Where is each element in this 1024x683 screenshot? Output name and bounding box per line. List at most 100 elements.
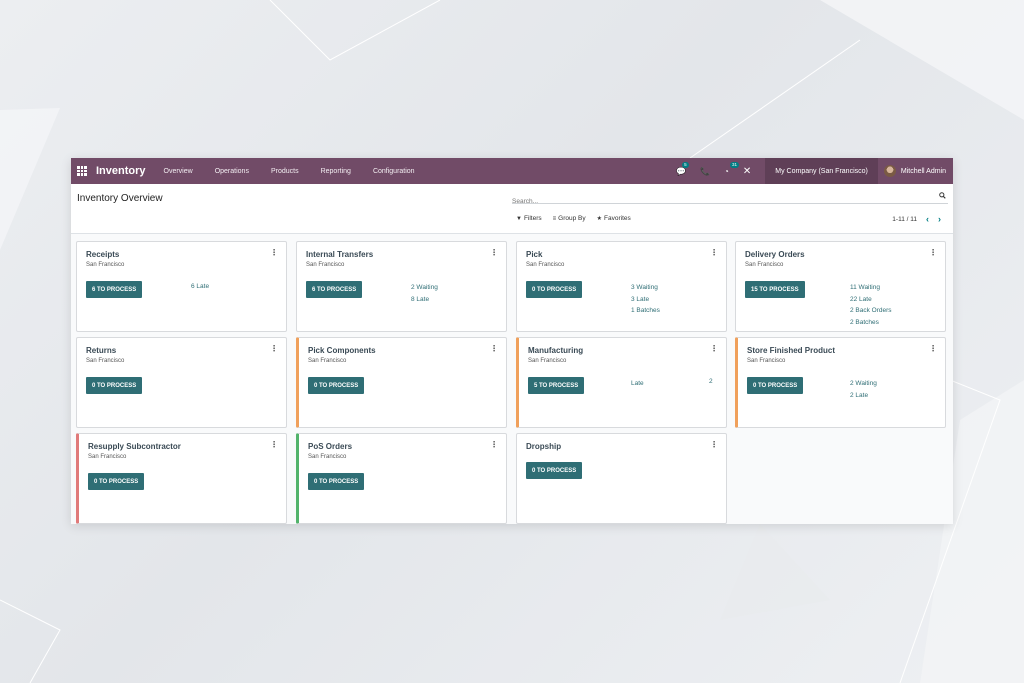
menu-reporting[interactable]: Reporting [321,168,351,175]
card-returns[interactable]: Returns San Francisco ⋮ 0 TO PROCESS [76,337,287,428]
kebab-menu-icon[interactable]: ⋮ [710,440,718,449]
card-subtitle: San Francisco [528,358,567,364]
to-process-button[interactable]: 6 TO PROCESS [86,281,143,298]
app-window: Inventory Overview Operations Products R… [71,158,953,524]
kebab-menu-icon[interactable]: ⋮ [270,248,278,257]
chevron-right-icon[interactable]: › [938,214,941,224]
stat-link[interactable]: 11 Waiting [850,282,892,294]
search-bar [512,190,948,208]
card-subtitle: San Francisco [306,262,345,268]
card-subtitle: San Francisco [747,358,786,364]
stat-link[interactable]: Late [631,378,644,390]
to-process-button[interactable]: 5 TO PROCESS [528,377,585,394]
stat-link[interactable]: 22 Late [850,294,892,306]
card-title[interactable]: Resupply Subcontractor [88,442,181,451]
card-manufacturing[interactable]: Manufacturing San Francisco ⋮ 5 TO PROCE… [516,337,727,428]
card-subtitle: San Francisco [88,454,127,460]
card-title[interactable]: Returns [86,346,116,355]
user-menu[interactable]: Mitchell Admin [883,165,946,177]
pager-value[interactable]: 1-11 / 11 [892,216,917,223]
card-resupply-subcontractor[interactable]: Resupply Subcontractor San Francisco ⋮ 0… [76,433,287,524]
to-process-button[interactable]: 0 TO PROCESS [88,473,145,490]
to-process-button[interactable]: 0 TO PROCESS [308,377,365,394]
late-count[interactable]: 2 [709,378,713,385]
activity-icon[interactable]: ◔ 31 [724,161,740,176]
close-icon[interactable]: ✕ [743,166,751,177]
card-store-finished-product[interactable]: Store Finished Product San Francisco ⋮ 0… [735,337,946,428]
search-input[interactable] [512,195,922,208]
chevron-left-icon[interactable]: ‹ [926,214,929,224]
menu-overview[interactable]: Overview [164,168,193,175]
stat-link[interactable]: 3 Late [631,294,660,306]
kebab-menu-icon[interactable]: ⋮ [929,344,937,353]
group-by-button[interactable]: ≡ Group By [553,215,586,222]
card-internal-transfers[interactable]: Internal Transfers San Francisco ⋮ 6 TO … [296,241,507,332]
menu-products[interactable]: Products [271,168,299,175]
kebab-menu-icon[interactable]: ⋮ [710,248,718,257]
app-name[interactable]: Inventory [96,165,146,177]
to-process-button[interactable]: 0 TO PROCESS [526,462,583,479]
card-subtitle: San Francisco [308,358,347,364]
phone-icon[interactable]: 📞 [700,167,710,176]
card-receipts[interactable]: Receipts San Francisco ⋮ 6 TO PROCESS 6 … [76,241,287,332]
top-navbar: Inventory Overview Operations Products R… [71,158,953,184]
stat-link[interactable]: 2 Waiting [850,378,877,390]
card-title[interactable]: Internal Transfers [306,250,373,259]
card-title[interactable]: Store Finished Product [747,346,835,355]
card-title[interactable]: Pick Components [308,346,376,355]
card-title[interactable]: Manufacturing [528,346,583,355]
messages-icon[interactable]: 💬 5 [676,161,689,176]
menu-operations[interactable]: Operations [215,168,249,175]
to-process-button[interactable]: 0 TO PROCESS [86,377,143,394]
to-process-button[interactable]: 0 TO PROCESS [747,377,804,394]
card-dropship[interactable]: Dropship ⋮ 0 TO PROCESS [516,433,727,524]
kebab-menu-icon[interactable]: ⋮ [490,440,498,449]
activity-badge: 31 [730,161,740,168]
kebab-menu-icon[interactable]: ⋮ [270,344,278,353]
kebab-menu-icon[interactable]: ⋮ [490,248,498,257]
search-icon[interactable] [939,192,946,199]
card-pos-orders[interactable]: PoS Orders San Francisco ⋮ 0 TO PROCESS [296,433,507,524]
control-panel: Inventory Overview ▼Filters ≡Group By ★F… [71,184,953,234]
card-stats: 3 Waiting 3 Late 1 Batches [631,282,660,317]
card-stats: 6 Late [191,281,209,293]
stat-link[interactable]: 2 Back Orders [850,305,892,317]
menu-configuration[interactable]: Configuration [373,168,415,175]
messages-badge: 5 [682,161,689,168]
kebab-menu-icon[interactable]: ⋮ [710,344,718,353]
card-stats: Late [631,378,644,390]
kebab-menu-icon[interactable]: ⋮ [929,248,937,257]
card-title[interactable]: PoS Orders [308,442,352,451]
group-by-icon: ≡ [552,215,557,222]
stat-link[interactable]: 3 Waiting [631,282,660,294]
company-switcher[interactable]: My Company (San Francisco) [765,158,878,184]
search-options: ▼ Filters ≡ Group By ★ Favorites [516,215,642,222]
to-process-button[interactable]: 0 TO PROCESS [526,281,583,298]
card-title[interactable]: Receipts [86,250,119,259]
stat-link[interactable]: 8 Late [411,294,438,306]
to-process-button[interactable]: 6 TO PROCESS [306,281,363,298]
stat-link[interactable]: 2 Batches [850,317,892,329]
kebab-menu-icon[interactable]: ⋮ [270,440,278,449]
card-title[interactable]: Delivery Orders [745,250,805,259]
to-process-button[interactable]: 15 TO PROCESS [745,281,805,298]
stat-link[interactable]: 1 Batches [631,305,660,317]
card-title[interactable]: Dropship [526,442,561,451]
card-subtitle: San Francisco [745,262,784,268]
stat-link[interactable]: 2 Late [850,390,877,402]
favorites-button[interactable]: ★ Favorites [597,215,631,222]
card-title[interactable]: Pick [526,250,542,259]
stat-link[interactable]: 2 Waiting [411,282,438,294]
kebab-menu-icon[interactable]: ⋮ [490,344,498,353]
card-delivery-orders[interactable]: Delivery Orders San Francisco ⋮ 15 TO PR… [735,241,946,332]
to-process-button[interactable]: 0 TO PROCESS [308,473,365,490]
card-pick[interactable]: Pick San Francisco ⋮ 0 TO PROCESS 3 Wait… [516,241,727,332]
apps-grid-icon[interactable] [77,166,87,176]
stat-link[interactable]: 6 Late [191,281,209,293]
main-menu: Overview Operations Products Reporting C… [164,168,437,175]
card-pick-components[interactable]: Pick Components San Francisco ⋮ 0 TO PRO… [296,337,507,428]
user-name: Mitchell Admin [900,167,946,175]
filter-icon: ▼ [516,215,522,222]
page-title: Inventory Overview [77,193,163,204]
filters-button[interactable]: ▼ Filters [516,215,542,222]
